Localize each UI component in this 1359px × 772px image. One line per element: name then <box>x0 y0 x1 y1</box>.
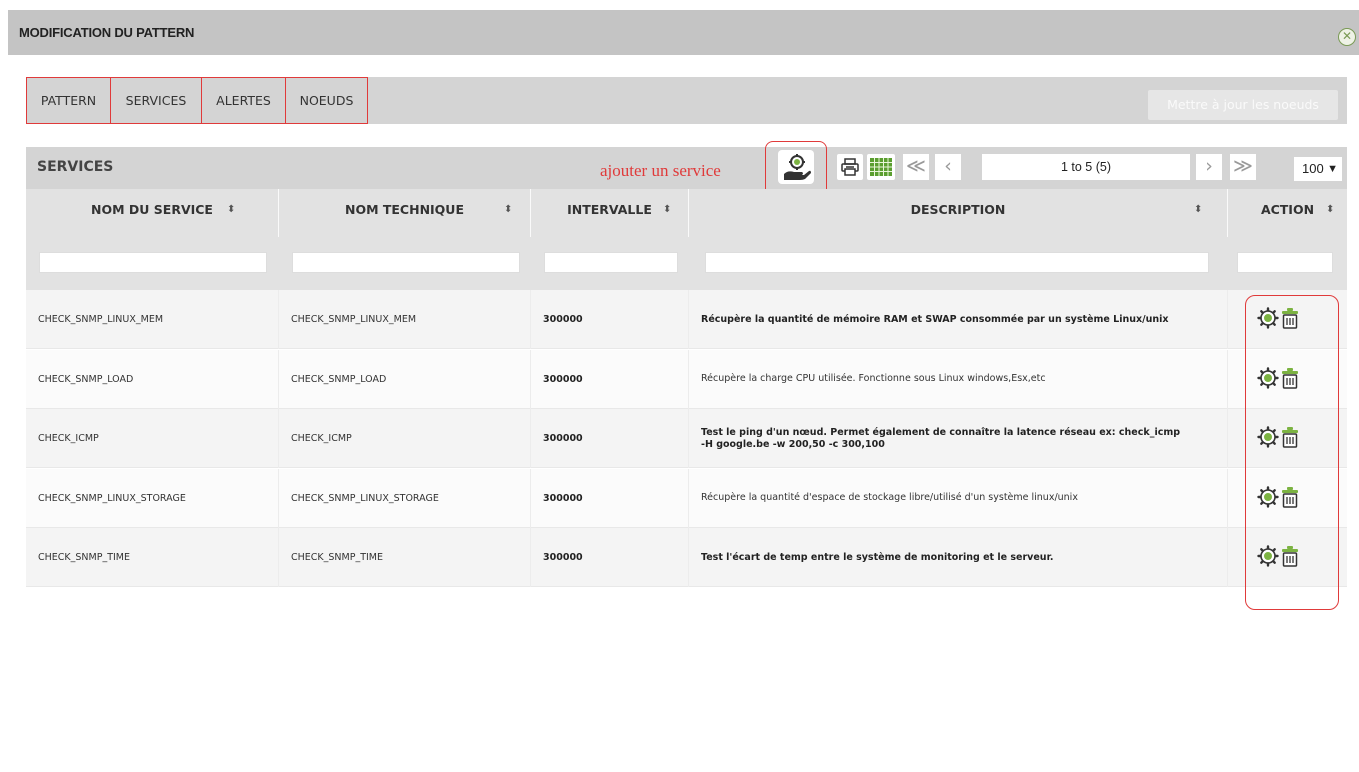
cell-interval-text: 300000 <box>543 373 583 385</box>
tab-services[interactable]: SERVICES <box>110 77 202 124</box>
cell-interval-text: 300000 <box>543 433 583 444</box>
first-page-button[interactable]: ≪ <box>903 154 929 180</box>
cell-interval-text: 300000 <box>543 552 583 563</box>
cell-technical-name-text: CHECK_SNMP_LINUX_STORAGE <box>291 492 439 504</box>
tab-noeuds[interactable]: NOEUDS <box>285 77 368 124</box>
cell-service-name: CHECK_SNMP_LINUX_MEM <box>26 290 279 349</box>
table-row: CHECK_ICMP CHECK_ICMP 300000 Test le ping d… <box>26 409 1347 468</box>
update-nodes-button[interactable]: Mettre à jour les noeuds <box>1148 90 1338 120</box>
cell-technical-name-text: CHECK_SNMP_LOAD <box>291 373 387 385</box>
filter-input-intervalle[interactable] <box>544 252 678 273</box>
cell-service-name: CHECK_SNMP_LINUX_STORAGE <box>26 468 279 528</box>
sort-icon[interactable]: ⬍ <box>1326 189 1334 231</box>
table-row: CHECK_SNMP_TIME CHECK_SNMP_TIME 300000 Test… <box>26 528 1347 587</box>
col-header-nom-technique[interactable]: NOM TECHNIQUE ⬍ <box>279 189 531 237</box>
add-service-annotation: ajouter un service <box>600 161 721 180</box>
filter-input-nom-service[interactable] <box>39 252 267 273</box>
prev-page-button[interactable]: ‹ <box>935 154 961 180</box>
print-icon[interactable] <box>837 154 863 180</box>
col-label: NOM TECHNIQUE <box>344 202 464 217</box>
cell-description-text: Test l'écart de temp entre le système de… <box>701 551 1054 563</box>
cell-description-text: Test le ping d'un nœud. Permet également… <box>701 426 1181 450</box>
cell-technical-name: CHECK_SNMP_LOAD <box>279 349 531 409</box>
cell-service-name-text: CHECK_SNMP_LINUX_STORAGE <box>38 492 186 504</box>
tab-alertes[interactable]: ALERTES <box>201 77 286 124</box>
cell-technical-name: CHECK_SNMP_LINUX_STORAGE <box>279 468 531 528</box>
col-label: INTERVALLE <box>567 202 652 217</box>
cell-interval-text: 300000 <box>543 314 583 325</box>
tab-pattern[interactable]: PATTERN <box>26 77 111 124</box>
cell-description-text: Récupère la charge CPU utilisée. Fonctio… <box>701 373 1046 384</box>
modal-title: MODIFICATION DU PATTERN <box>19 25 195 40</box>
sort-icon[interactable]: ⬍ <box>663 189 671 231</box>
cell-service-name: CHECK_ICMP <box>26 409 279 468</box>
filter-input-nom-technique[interactable] <box>292 252 520 273</box>
action-column-highlight <box>1245 295 1339 610</box>
grid-header: SERVICES ajouter un service ≪ ‹ 1 to 5 (… <box>26 141 1347 197</box>
cell-interval: 300000 <box>531 528 689 587</box>
table-row: CHECK_SNMP_LINUX_MEM CHECK_SNMP_LINUX_MEM… <box>26 290 1347 349</box>
filter-input-description[interactable] <box>705 252 1209 273</box>
cell-technical-name: CHECK_SNMP_LINUX_MEM <box>279 290 531 349</box>
cell-description: Récupère la quantité de mémoire RAM et S… <box>689 290 1228 349</box>
chevron-down-icon: ▼ <box>1327 163 1338 175</box>
close-icon[interactable]: ✕ <box>1338 28 1356 46</box>
col-header-nom-service[interactable]: NOM DU SERVICE ⬍ <box>26 189 279 237</box>
cell-service-name: CHECK_SNMP_TIME <box>26 528 279 587</box>
cell-service-name: CHECK_SNMP_LOAD <box>26 349 279 409</box>
last-page-button[interactable]: ≫ <box>1230 154 1256 180</box>
cell-description-text: Récupère la quantité d'espace de stockag… <box>701 492 1078 503</box>
cell-service-name-text: CHECK_ICMP <box>38 433 99 444</box>
table-row: CHECK_SNMP_LOAD CHECK_SNMP_LOAD 300000 Récu… <box>26 349 1347 409</box>
cell-technical-name: CHECK_SNMP_TIME <box>279 528 531 587</box>
cell-interval: 300000 <box>531 409 689 468</box>
cell-technical-name-text: CHECK_SNMP_TIME <box>291 552 384 563</box>
columns-icon[interactable] <box>867 154 895 180</box>
col-label: NOM DU SERVICE <box>91 202 213 217</box>
cell-technical-name: CHECK_ICMP <box>279 409 531 468</box>
filter-row <box>26 237 1347 290</box>
cell-description: Récupère la quantité d'espace de stockag… <box>689 468 1228 528</box>
cell-service-name-text: CHECK_SNMP_LOAD <box>38 373 134 385</box>
cell-interval: 300000 <box>531 468 689 528</box>
cell-technical-name-text: CHECK_ICMP <box>291 433 352 444</box>
page-size-select[interactable]: 100 ▼ <box>1294 157 1342 181</box>
cell-interval: 300000 <box>531 349 689 409</box>
add-service-icon[interactable] <box>778 150 814 184</box>
col-label: ACTION <box>1260 202 1315 217</box>
col-header-action[interactable]: ACTION ⬍ <box>1228 189 1347 237</box>
table-row: CHECK_SNMP_LINUX_STORAGE CHECK_SNMP_LINUX… <box>26 468 1347 528</box>
next-page-button[interactable]: › <box>1196 154 1222 180</box>
cell-service-name-text: CHECK_SNMP_LINUX_MEM <box>38 314 164 325</box>
grid-title: SERVICES <box>37 159 114 175</box>
cell-technical-name-text: CHECK_SNMP_LINUX_MEM <box>291 314 417 325</box>
column-headers: NOM DU SERVICE ⬍ NOM TECHNIQUE ⬍ INTERVA… <box>26 189 1347 237</box>
tab-bar: PATTERN SERVICES ALERTES NOEUDS Mettre à… <box>26 77 1347 124</box>
cell-description-text: Récupère la quantité de mémoire RAM et S… <box>701 313 1169 325</box>
services-grid: SERVICES ajouter un service ≪ ‹ 1 to 5 (… <box>26 141 1347 610</box>
pattern-modal: MODIFICATION DU PATTERN ✕ PATTERN SERVIC… <box>8 10 1359 772</box>
cell-description: Récupère la charge CPU utilisée. Fonctio… <box>689 349 1228 409</box>
cell-description: Test le ping d'un nœud. Permet également… <box>689 409 1228 468</box>
modal-header: MODIFICATION DU PATTERN <box>8 10 1359 55</box>
sort-icon[interactable]: ⬍ <box>504 189 512 231</box>
col-header-intervalle[interactable]: INTERVALLE ⬍ <box>531 189 689 237</box>
filter-input-action[interactable] <box>1237 252 1333 273</box>
sort-icon[interactable]: ⬍ <box>1194 189 1202 231</box>
col-header-description[interactable]: DESCRIPTION ⬍ <box>689 189 1228 237</box>
page-size-value: 100 <box>1302 161 1324 176</box>
pager-info: 1 to 5 (5) <box>982 154 1190 180</box>
cell-interval: 300000 <box>531 290 689 349</box>
sort-icon[interactable]: ⬍ <box>227 189 235 231</box>
cell-service-name-text: CHECK_SNMP_TIME <box>38 552 131 563</box>
cell-interval-text: 300000 <box>543 492 583 504</box>
cell-description: Test l'écart de temp entre le système de… <box>689 528 1228 587</box>
col-label: DESCRIPTION <box>910 202 1006 217</box>
